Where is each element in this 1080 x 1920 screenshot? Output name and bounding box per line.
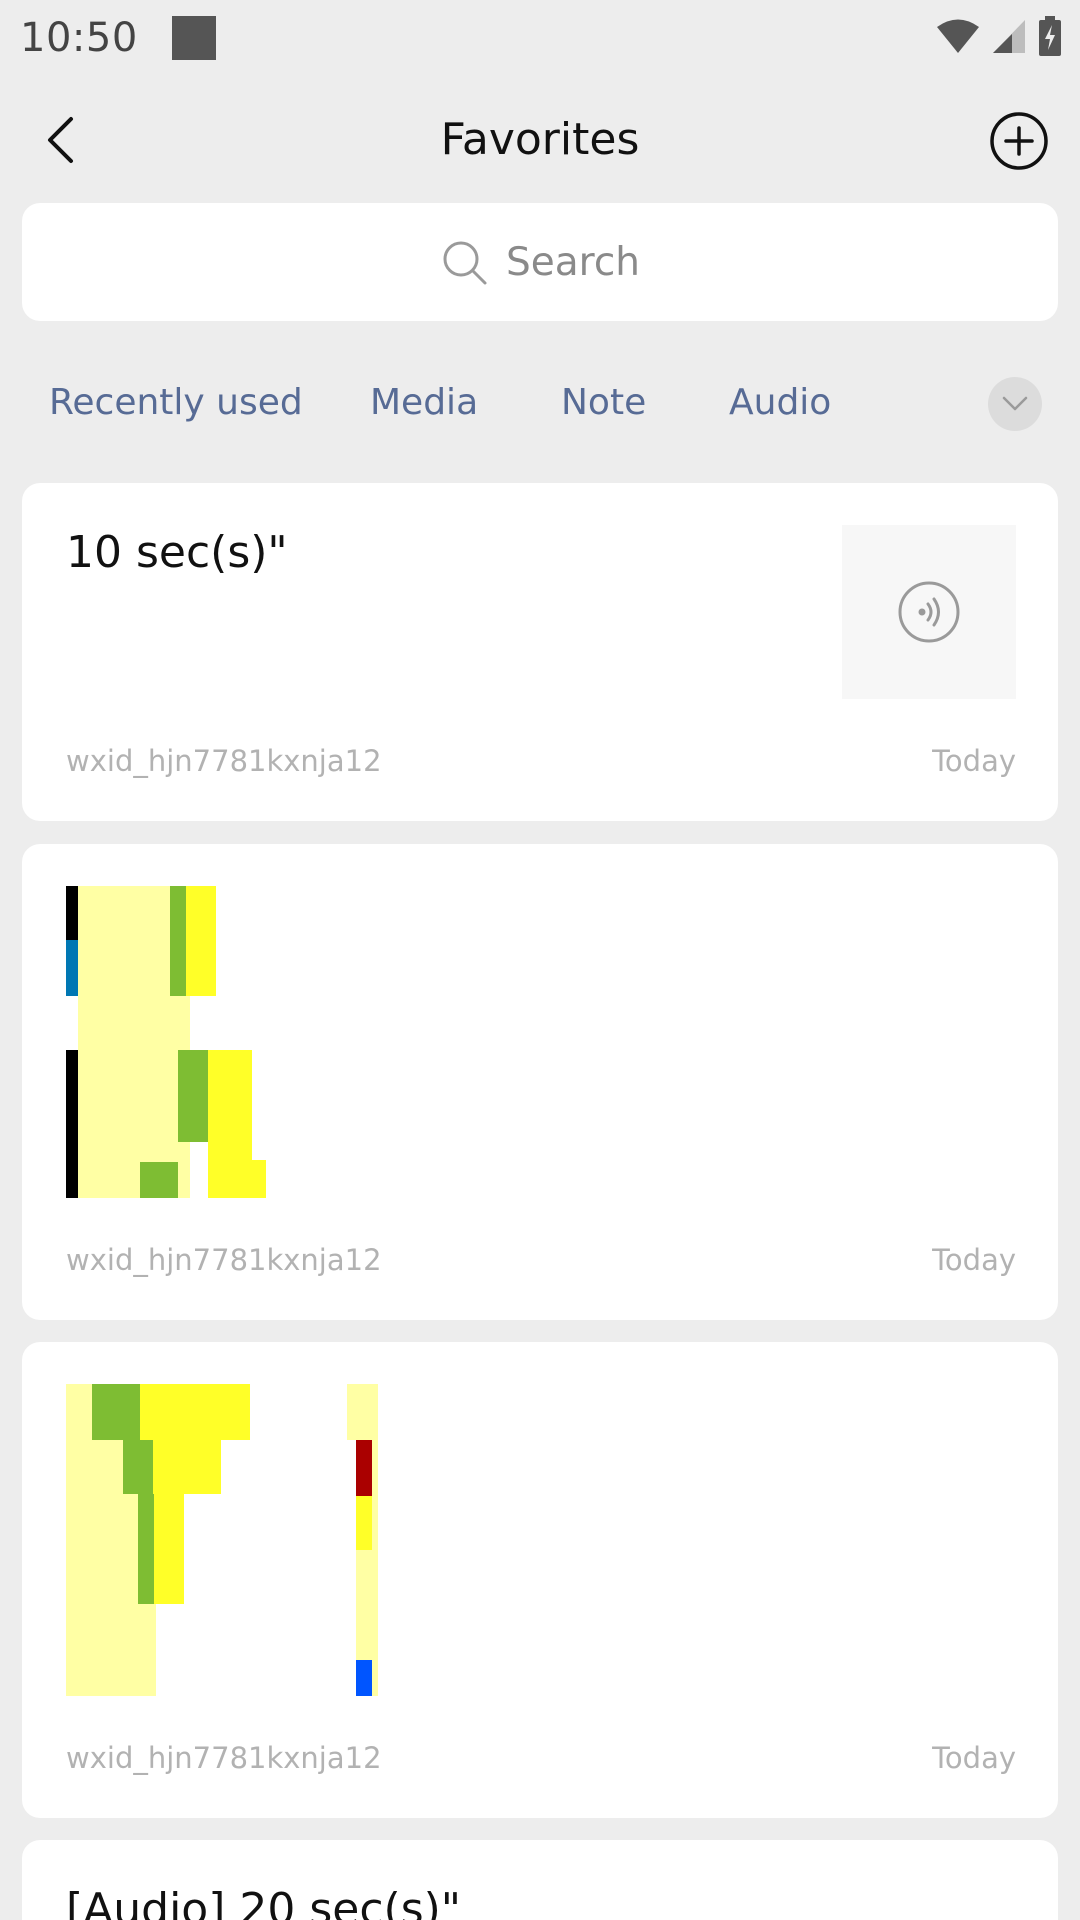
card-source: wxid_hjn7781kxnja12 <box>66 1741 382 1775</box>
audio-wave-icon <box>898 581 960 643</box>
add-button[interactable] <box>988 110 1050 172</box>
card-date: Today <box>932 744 1016 778</box>
search-placeholder: Search <box>506 239 640 285</box>
page-title: Favorites <box>440 114 640 165</box>
card-title: 10 sec(s)" <box>66 527 288 578</box>
filter-bar: Recently used Media Note Audio <box>0 370 1080 440</box>
tab-recently-used[interactable]: Recently used <box>49 382 303 423</box>
filter-expand-button[interactable] <box>988 377 1042 431</box>
tab-note[interactable]: Note <box>561 382 646 423</box>
tab-audio[interactable]: Audio <box>729 382 831 423</box>
status-bar: 10:50 <box>0 0 1080 76</box>
card-title: [Audio] 20 sec(s)" <box>66 1884 462 1920</box>
tab-media[interactable]: Media <box>370 382 478 423</box>
favorite-card-audio[interactable]: [Audio] 20 sec(s)" <box>22 1840 1058 1920</box>
signal-icon <box>992 18 1026 59</box>
search-input[interactable]: Search <box>22 203 1058 321</box>
search-icon <box>443 241 487 285</box>
status-time: 10:50 <box>20 15 138 61</box>
favorite-card-image[interactable]: wxid_hjn7781kxnja12 Today <box>22 844 1058 1320</box>
card-date: Today <box>932 1741 1016 1775</box>
chevron-down-icon <box>1002 396 1028 411</box>
favorite-image <box>66 1384 378 1696</box>
notification-square-icon <box>171 16 216 60</box>
plus-circle-icon <box>990 112 1048 170</box>
card-source: wxid_hjn7781kxnja12 <box>66 744 382 778</box>
audio-thumbnail <box>842 525 1016 699</box>
header: Favorites <box>0 92 1080 188</box>
card-source: wxid_hjn7781kxnja12 <box>66 1243 382 1277</box>
favorite-card-image[interactable]: wxid_hjn7781kxnja12 Today <box>22 1342 1058 1818</box>
battery-charging-icon <box>1038 16 1062 61</box>
card-date: Today <box>932 1243 1016 1277</box>
status-icons <box>936 16 1062 61</box>
favorite-card-audio[interactable]: 10 sec(s)" wxid_hjn7781kxnja12 Today <box>22 483 1058 821</box>
wifi-icon <box>936 18 980 59</box>
favorite-image <box>66 886 266 1198</box>
